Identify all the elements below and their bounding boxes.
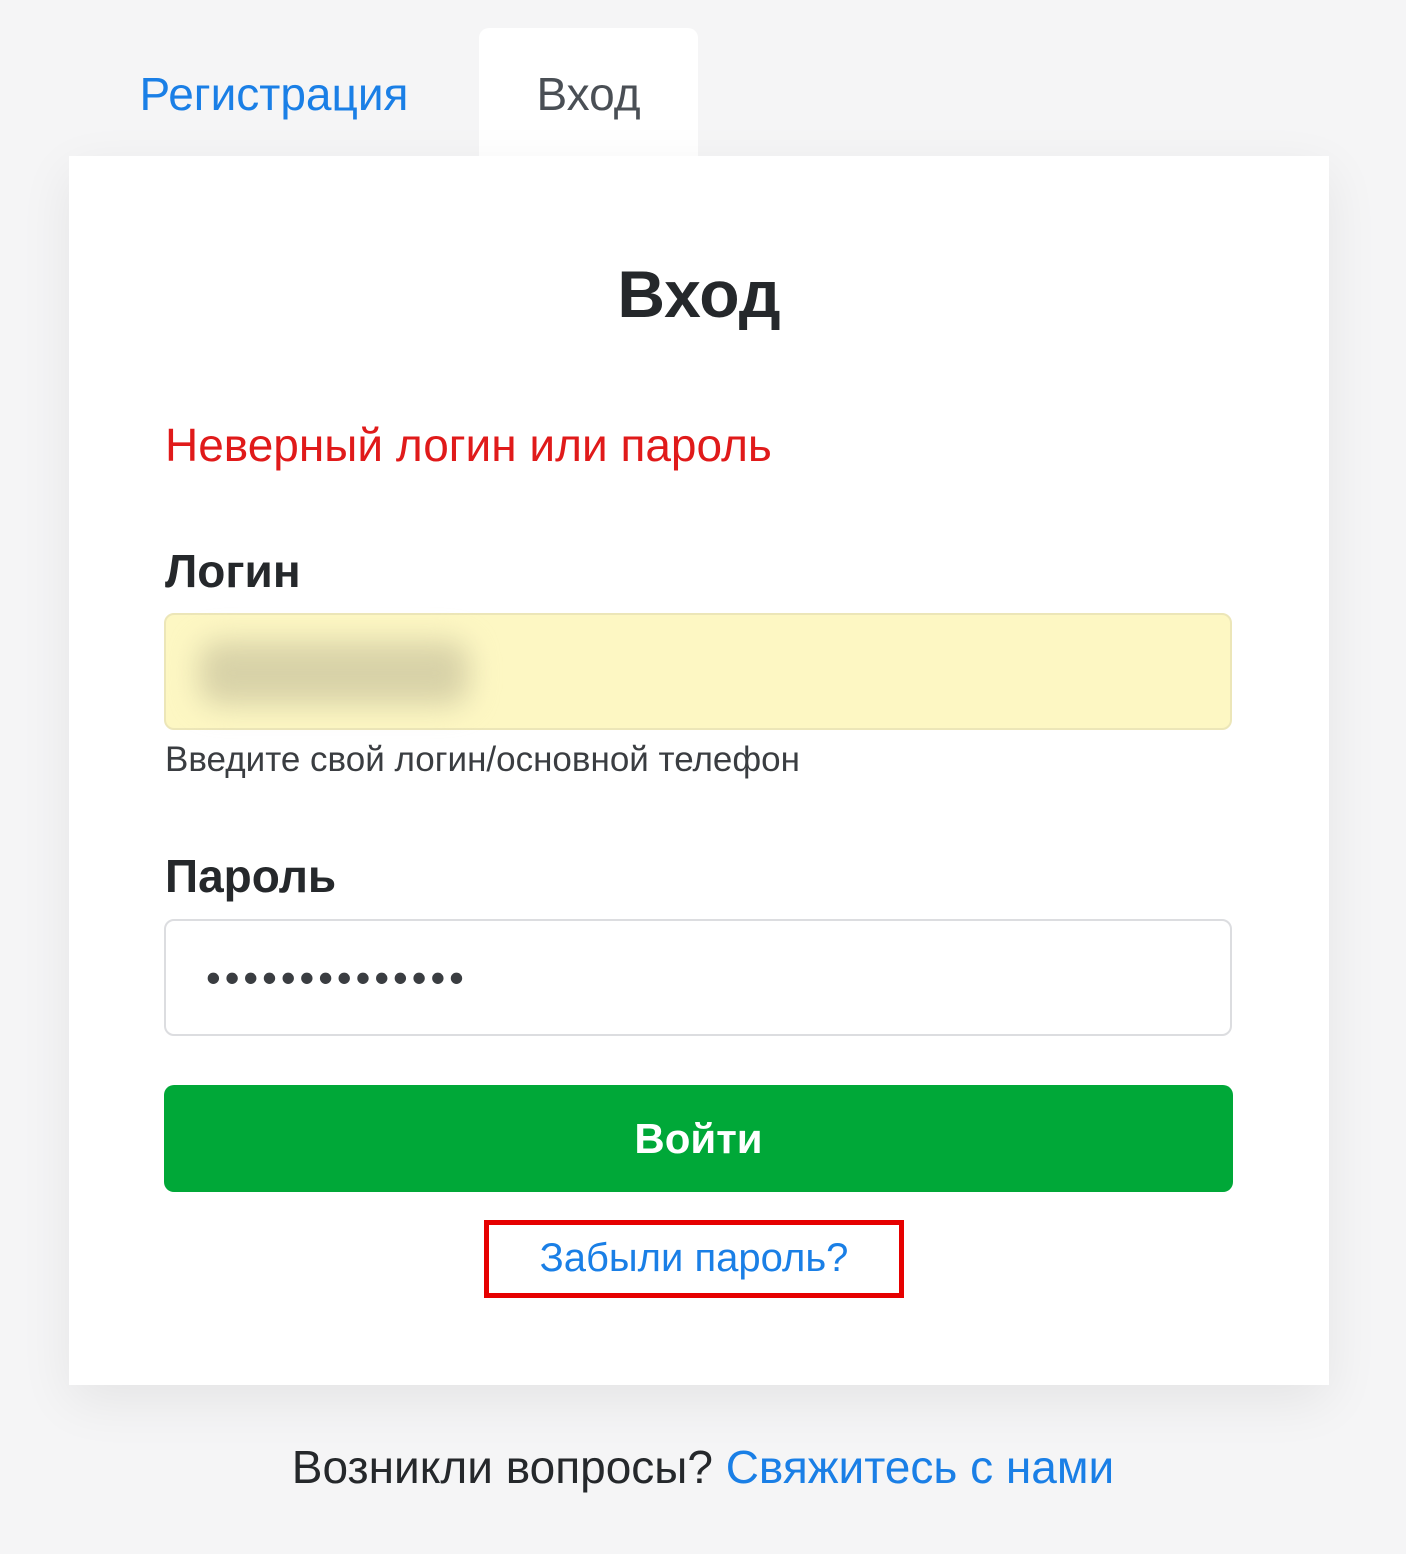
page-title: Вход bbox=[617, 257, 781, 331]
login-submit-button[interactable]: Войти bbox=[164, 1085, 1233, 1192]
tab-register[interactable]: Регистрация bbox=[99, 28, 449, 156]
tab-login[interactable]: Вход bbox=[479, 28, 698, 156]
login-value-blurred bbox=[199, 641, 469, 705]
login-card: Вход Неверный логин или пароль Логин Вве… bbox=[69, 156, 1329, 1385]
login-label: Логин bbox=[165, 545, 301, 597]
footer-question: Возникли вопросы? bbox=[291, 1441, 713, 1493]
forgot-password-link[interactable]: Забыли пароль? bbox=[484, 1220, 904, 1298]
footer: Возникли вопросы? Свяжитесь с нами bbox=[0, 1440, 1406, 1494]
password-input[interactable]: •••••••••••••• bbox=[164, 919, 1232, 1036]
password-label: Пароль bbox=[165, 850, 337, 902]
auth-tabs: Регистрация Вход bbox=[69, 28, 1329, 156]
error-message: Неверный логин или пароль bbox=[165, 419, 772, 471]
login-hint: Введите свой логин/основной телефон bbox=[165, 740, 800, 779]
contact-link[interactable]: Свяжитесь с нами bbox=[726, 1441, 1114, 1493]
